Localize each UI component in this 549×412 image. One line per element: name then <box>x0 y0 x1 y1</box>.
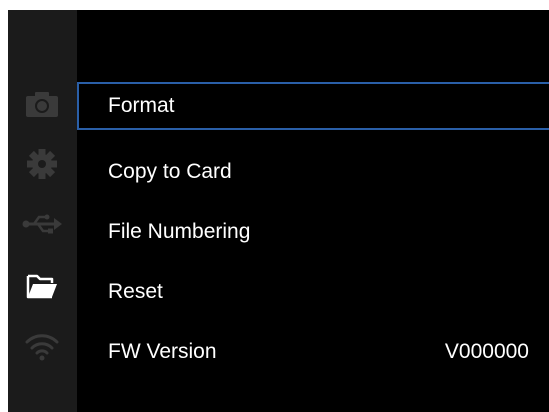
menu-item-label: FW Version <box>108 340 217 363</box>
gear-icon[interactable] <box>20 142 64 186</box>
menu-list: Format Copy to Card File Numbering Reset… <box>77 82 549 382</box>
menu-item-reset[interactable]: Reset <box>77 262 549 322</box>
fw-version-value: V000000 <box>444 340 529 363</box>
usb-icon[interactable] <box>20 202 64 246</box>
sidebar <box>8 10 77 412</box>
menu-item-fw-version[interactable]: FW Version V000000 <box>77 322 549 382</box>
wifi-icon[interactable] <box>20 324 64 368</box>
camera-icon[interactable] <box>20 82 64 126</box>
menu-item-label: Copy to Card <box>108 160 232 183</box>
menu-item-label: File Numbering <box>108 220 251 243</box>
menu-item-file-numbering[interactable]: File Numbering <box>77 202 549 262</box>
folder-icon[interactable] <box>20 264 64 308</box>
menu-item-label: Format <box>108 94 175 117</box>
menu-item-copy-to-card[interactable]: Copy to Card <box>77 142 549 202</box>
camera-menu-screen: Format Copy to Card File Numbering Reset… <box>8 10 549 412</box>
menu-item-label: Reset <box>108 280 163 303</box>
menu-item-format[interactable]: Format <box>77 82 549 130</box>
